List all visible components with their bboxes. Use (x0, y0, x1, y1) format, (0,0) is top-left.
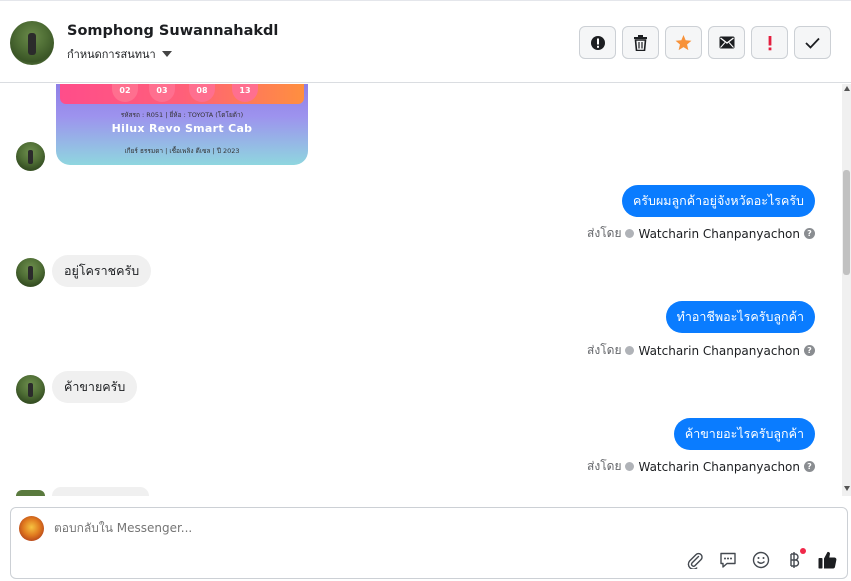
contact-avatar-small (16, 375, 45, 404)
paperclip-icon (687, 552, 703, 569)
contact-avatar-small (16, 490, 45, 496)
help-icon[interactable]: ? (804, 345, 815, 356)
contact-avatar[interactable] (10, 21, 54, 65)
mark-spam-button[interactable] (579, 26, 616, 59)
thumbs-up-icon (818, 551, 836, 569)
page-avatar (19, 516, 44, 541)
sender-badge-icon (625, 229, 635, 238)
star-icon (675, 34, 692, 50)
sent-by-label: ส่งโดย (587, 459, 622, 473)
card-title: Hilux Revo Smart Cab (111, 122, 253, 135)
notification-dot (800, 548, 806, 554)
alert-circle-icon (590, 35, 605, 50)
contact-avatar-small (16, 142, 45, 171)
star-button[interactable] (665, 26, 702, 59)
outgoing-message[interactable]: ค้าขายอะไรครับลูกค้า (673, 418, 815, 450)
saved-replies-button[interactable] (718, 550, 738, 570)
help-icon[interactable]: ? (804, 228, 815, 239)
sent-by-label: ส่งโดย (587, 343, 622, 357)
trash-icon (634, 34, 647, 51)
sender-name[interactable]: Watcharin Chanpanyachon (638, 227, 800, 241)
payment-button[interactable] (784, 548, 806, 570)
smiley-icon (752, 551, 770, 569)
composer-tools (685, 548, 837, 570)
chat-bubble-icon (720, 552, 736, 568)
email-button[interactable] (708, 26, 745, 59)
message-list-scrollbar[interactable] (842, 84, 851, 496)
header-actions (579, 26, 831, 59)
outgoing-message[interactable]: ครับผมลูกค้าอยู่จังหวัดอะไรครับ (621, 185, 815, 217)
scrollbar-thumb[interactable] (843, 170, 850, 275)
emoji-button[interactable] (751, 550, 771, 570)
scroll-up-arrow-icon[interactable] (844, 86, 850, 91)
contact-avatar-small (16, 258, 45, 287)
contact-name[interactable]: Somphong Suwannahakdl (67, 23, 278, 39)
conversation-header: Somphong Suwannahakdl กำหนดการสนทนา (0, 0, 851, 83)
exclamation-icon (768, 35, 771, 50)
sent-by-line: ส่งโดย Watcharin Chanpanyachon ? (587, 457, 815, 476)
delete-button[interactable] (622, 26, 659, 59)
reply-composer (10, 507, 848, 579)
scroll-down-arrow-icon[interactable] (844, 486, 850, 491)
sent-by-label: ส่งโดย (587, 226, 622, 240)
important-button[interactable] (751, 26, 788, 59)
caret-down-icon (161, 51, 172, 57)
envelope-icon (719, 36, 734, 49)
conversation-menu[interactable]: กำหนดการสนทนา (67, 45, 172, 63)
help-icon[interactable]: ? (804, 461, 815, 472)
card-foot-line: เกียร์ ธรรมดา | เชื้อเพลิง ดีเซล | ปี 20… (124, 147, 240, 155)
checkmark-icon (805, 37, 820, 49)
conversation-menu-label: กำหนดการสนทนา (67, 48, 156, 61)
like-button[interactable] (817, 550, 837, 570)
done-button[interactable] (794, 26, 831, 59)
car-listing-image[interactable]: 02 03 08 13 รหัสรถ : R051 | ยี่ห้อ : TOY… (56, 84, 308, 165)
incoming-message[interactable]: อยู่โคราชครับ (52, 255, 152, 287)
sender-badge-icon (625, 462, 635, 471)
outgoing-message[interactable]: ทำอาชีพอะไรครับลูกค้า (665, 301, 815, 333)
card-info-line: รหัสรถ : R051 | ยี่ห้อ : TOYOTA (โตโยต้า… (120, 111, 244, 119)
sent-by-line: ส่งโดย Watcharin Chanpanyachon ? (587, 341, 815, 360)
incoming-message[interactable]: ค้าขายครับ (52, 371, 138, 403)
sender-badge-icon (625, 346, 635, 355)
incoming-message[interactable] (52, 487, 149, 496)
baht-icon (790, 552, 800, 568)
attach-button[interactable] (685, 550, 705, 570)
sender-name[interactable]: Watcharin Chanpanyachon (638, 344, 800, 358)
messenger-conversation: Somphong Suwannahakdl กำหนดการสนทนา 02 0… (0, 0, 851, 581)
card-number-strip (60, 84, 304, 104)
reply-input[interactable] (54, 521, 654, 535)
sender-name[interactable]: Watcharin Chanpanyachon (638, 460, 800, 474)
sent-by-line: ส่งโดย Watcharin Chanpanyachon ? (587, 224, 815, 243)
